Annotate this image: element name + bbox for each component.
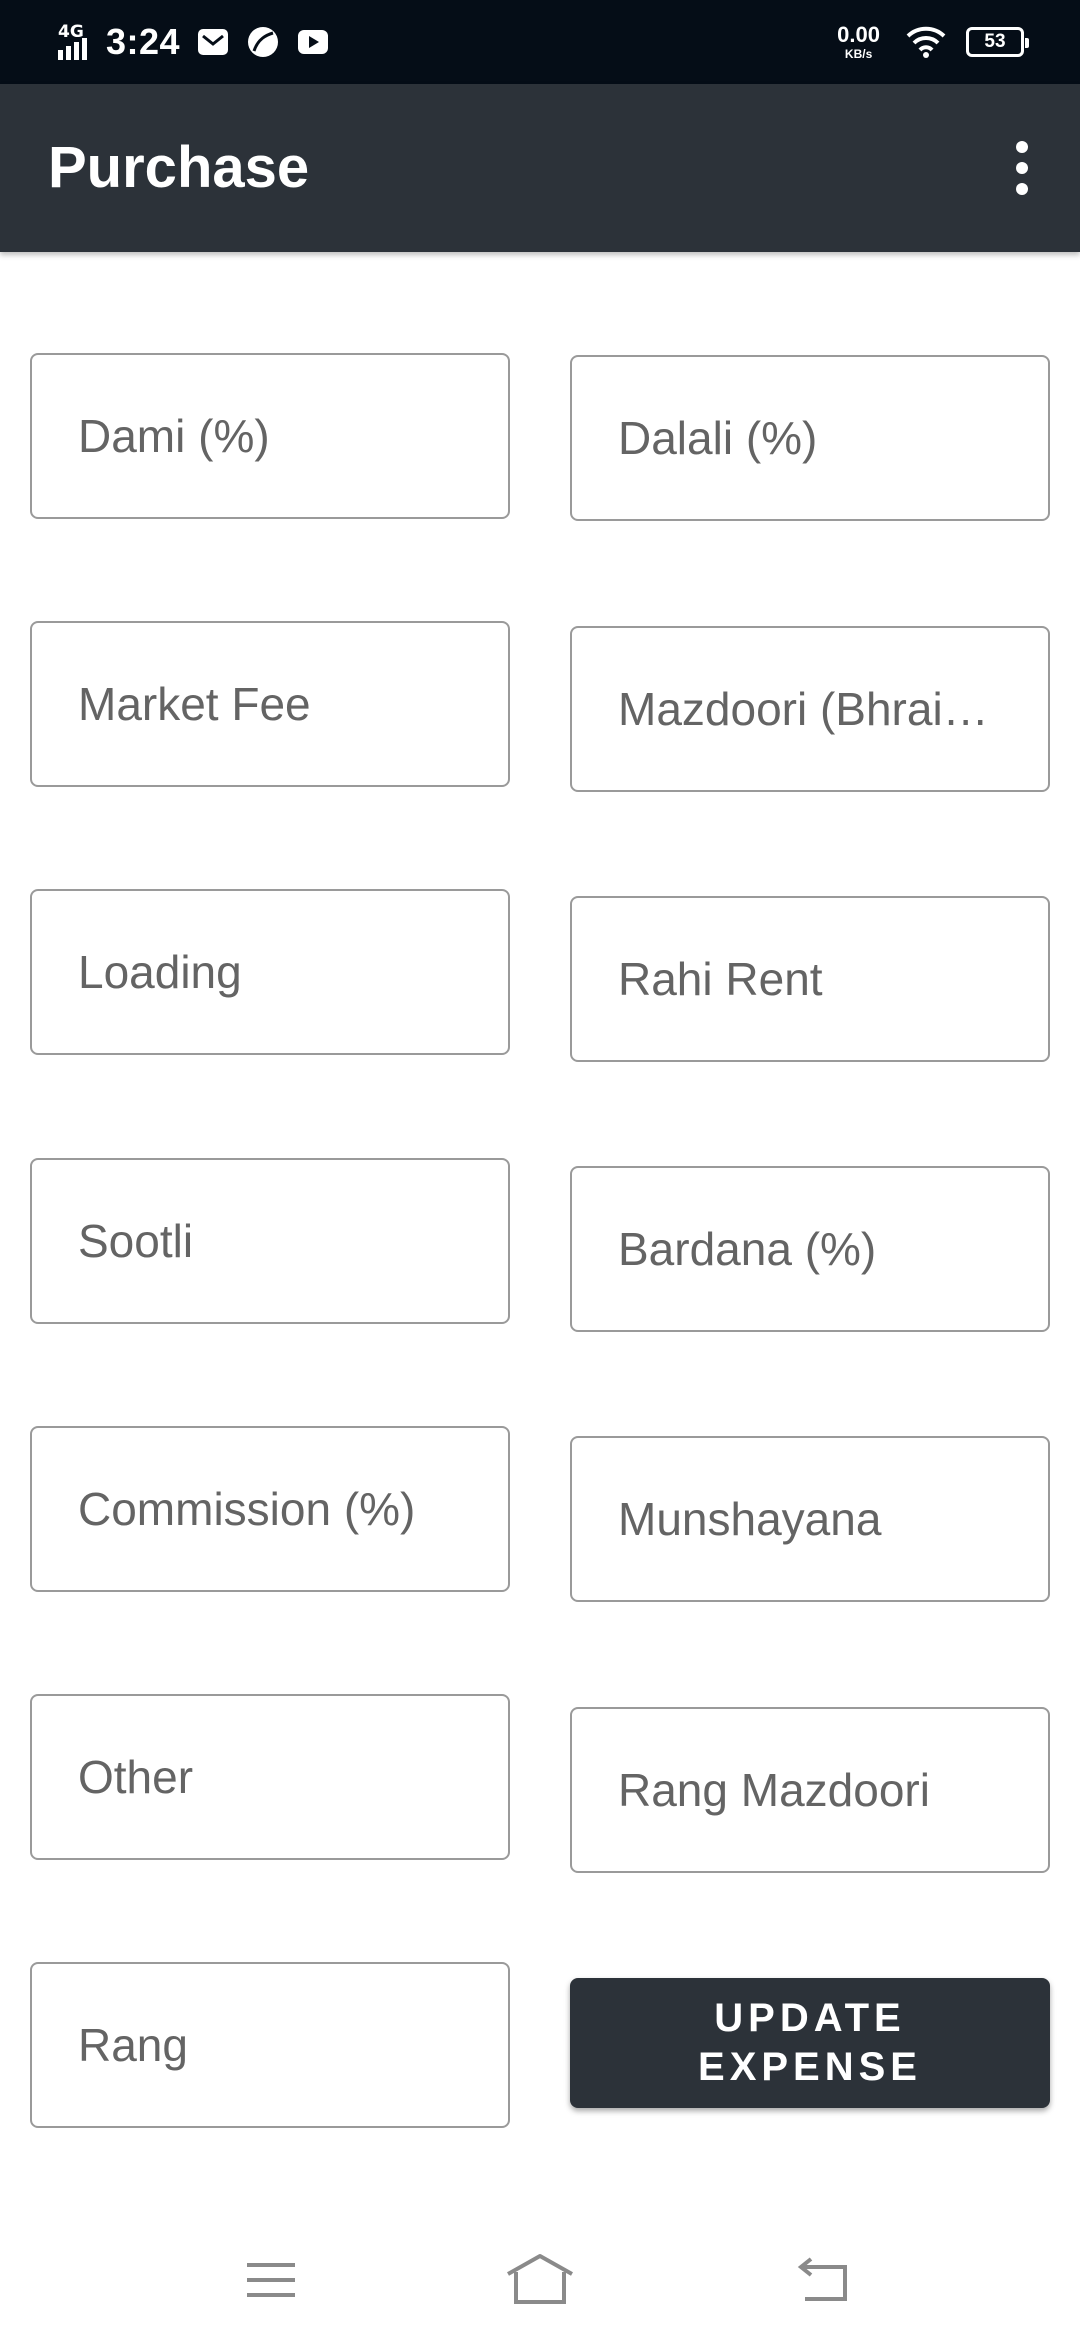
status-right: 0.00 KB/s 53 [837, 18, 1029, 66]
update-expense-button[interactable]: UPDATE EXPENSE [570, 1978, 1050, 2108]
rahi-rent-input[interactable] [572, 898, 1048, 1060]
loading-input[interactable] [32, 891, 508, 1053]
dalali-field[interactable] [570, 355, 1050, 521]
rang-mazdoori-input[interactable] [572, 1709, 1048, 1871]
leaf-app-icon [248, 27, 279, 57]
munshayana-field[interactable] [570, 1436, 1050, 1602]
dami-input[interactable] [32, 355, 508, 517]
home-icon[interactable] [500, 2240, 580, 2320]
bardana-field[interactable] [570, 1166, 1050, 1332]
mazdoori-bhrai-input[interactable] [572, 628, 1048, 790]
menu-dot [1016, 162, 1028, 174]
network-speed-unit: KB/s [844, 47, 873, 61]
menu-icon[interactable] [231, 2240, 311, 2320]
market-fee-input[interactable] [32, 623, 508, 785]
commission-input[interactable] [32, 1428, 508, 1590]
loading-field[interactable] [30, 889, 510, 1055]
more-vertical-icon[interactable] [990, 130, 1054, 206]
menu-dot [1016, 141, 1028, 153]
app-bar: Purchase [0, 84, 1080, 252]
munshayana-input[interactable] [572, 1438, 1048, 1600]
battery-icon: 53 [966, 27, 1029, 57]
youtube-icon [298, 30, 329, 54]
network-speed: 0.00 KB/s [837, 22, 880, 61]
rang-mazdoori-field[interactable] [570, 1707, 1050, 1873]
rahi-rent-field[interactable] [570, 896, 1050, 1062]
signal-icon: 4G [56, 22, 96, 62]
other-input[interactable] [32, 1696, 508, 1858]
sootli-input[interactable] [32, 1160, 508, 1322]
system-nav-bar [0, 2220, 1080, 2340]
dami-field[interactable] [30, 353, 510, 519]
bardana-input[interactable] [572, 1168, 1048, 1330]
network-speed-value: 0.00 [837, 22, 880, 47]
status-left: 4G 3:24 [56, 18, 330, 66]
page-title: Purchase [48, 135, 310, 200]
commission-field[interactable] [30, 1426, 510, 1592]
wifi-icon [906, 26, 946, 58]
rang-input[interactable] [32, 1964, 508, 2126]
mail-icon [198, 29, 229, 55]
update-expense-label: UPDATE EXPENSE [698, 1996, 922, 2089]
status-bar: 4G 3:24 0.00 KB/s 53 [0, 0, 1080, 84]
mazdoori-bhrai-field[interactable] [570, 626, 1050, 792]
rang-field[interactable] [30, 1962, 510, 2128]
other-field[interactable] [30, 1694, 510, 1860]
back-icon[interactable] [783, 2240, 863, 2320]
market-fee-field[interactable] [30, 621, 510, 787]
status-time: 3:24 [106, 21, 181, 62]
menu-dot [1016, 183, 1028, 195]
dalali-input[interactable] [572, 357, 1048, 519]
battery-level: 53 [984, 31, 1006, 52]
sootli-field[interactable] [30, 1158, 510, 1324]
